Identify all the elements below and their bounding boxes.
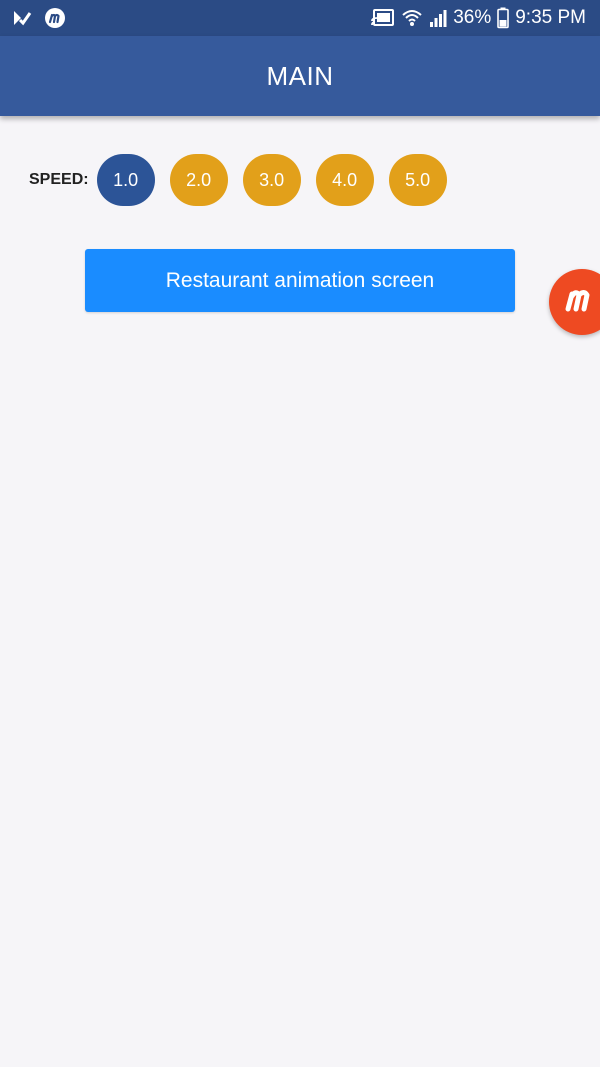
speed-button-1[interactable]: 1.0	[96, 154, 155, 206]
page-title: MAIN	[266, 60, 334, 91]
speed-button-3[interactable]: 3.0	[242, 154, 301, 206]
cast-icon	[371, 8, 395, 28]
status-right-icons: 36% 9:35 PM	[371, 6, 586, 30]
app-bar: MAIN	[0, 36, 600, 116]
speed-selector: SPEED: 1.0 2.0 3.0 4.0 5.0	[29, 153, 462, 207]
notification-check-icon	[12, 8, 32, 28]
status-time: 9:35 PM	[515, 7, 586, 28]
speed-button-2[interactable]: 2.0	[169, 154, 228, 206]
wifi-icon	[401, 7, 423, 29]
mobizen-icon	[562, 285, 600, 320]
restaurant-animation-button[interactable]: Restaurant animation screen	[85, 249, 515, 312]
signal-icon	[429, 8, 447, 28]
status-bar: 36% 9:35 PM	[0, 0, 600, 36]
speed-button-4[interactable]: 4.0	[315, 154, 374, 206]
mobizen-icon	[44, 7, 66, 29]
speed-label: SPEED:	[29, 171, 89, 188]
battery-icon	[497, 7, 510, 29]
battery-percentage: 36%	[453, 7, 492, 28]
speed-button-5[interactable]: 5.0	[388, 154, 447, 206]
floating-recorder-bubble[interactable]	[549, 269, 600, 335]
status-left-icons	[12, 7, 66, 29]
